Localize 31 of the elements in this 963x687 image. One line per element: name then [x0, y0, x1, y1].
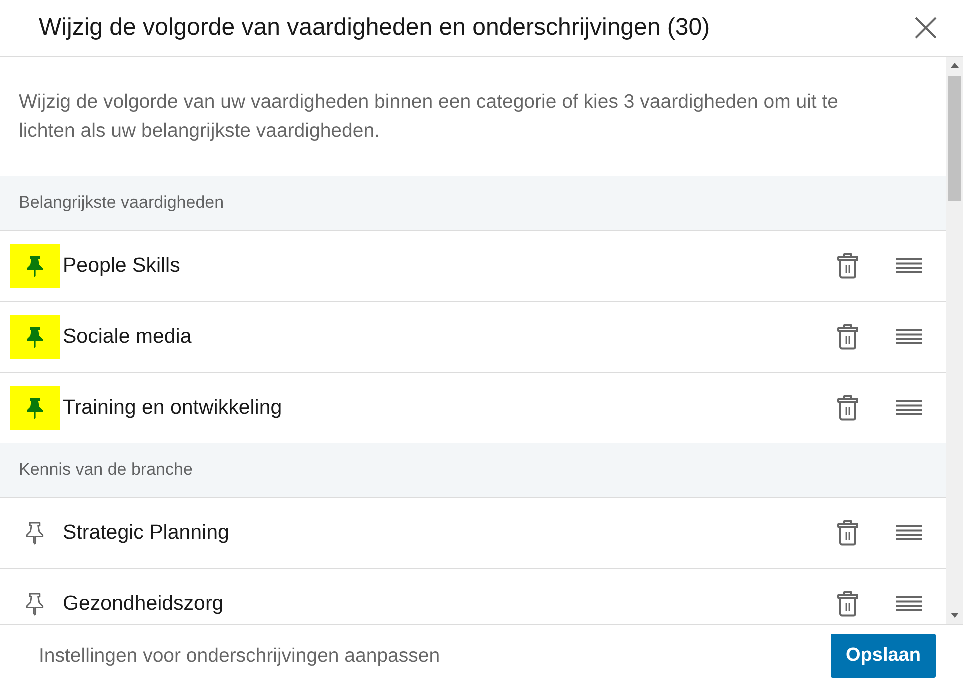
section-title: Belangrijkste vaardigheden: [19, 193, 224, 213]
section-title: Kennis van de branche: [19, 460, 193, 480]
skill-name: Strategic Planning: [63, 521, 230, 545]
drag-handle-icon[interactable]: [896, 258, 922, 274]
scrollbar-thumb[interactable]: [948, 76, 961, 201]
endorsement-settings-link[interactable]: Instellingen voor onderschrijvingen aanpassen: [39, 644, 832, 668]
skill-name: People Skills: [63, 254, 182, 278]
skill-name: Training en ontwikkeling: [63, 396, 284, 420]
trash-icon[interactable]: [837, 253, 859, 279]
skill-name: Gezondheidszorg: [63, 592, 225, 616]
trash-icon[interactable]: [837, 520, 859, 546]
drag-handle-icon[interactable]: [896, 525, 922, 541]
pushpin-icon[interactable]: [26, 592, 44, 616]
pushpin-icon[interactable]: [10, 386, 60, 430]
pushpin-icon[interactable]: [10, 244, 60, 288]
trash-icon[interactable]: [837, 324, 859, 350]
trash-icon[interactable]: [837, 591, 859, 617]
description-text: Wijzig de volgorde van uw vaardigheden binnen een categorie of kies 3 vaardigheden om uit te lichten als uw belangrijkste vaardigheden.: [18, 90, 840, 144]
skill-name: Sociale media: [63, 325, 193, 349]
drag-handle-icon[interactable]: [896, 329, 922, 345]
dialog-title: Wijzig de volgorde van vaardigheden en onderschrijvingen (30): [39, 14, 712, 42]
pushpin-icon[interactable]: [26, 522, 44, 544]
scrollbar[interactable]: [946, 57, 963, 624]
trash-icon[interactable]: [837, 395, 859, 421]
drag-handle-icon[interactable]: [896, 596, 922, 612]
scroll-down-icon[interactable]: [950, 613, 958, 618]
drag-handle-icon[interactable]: [896, 400, 922, 416]
save-button[interactable]: Opslaan: [831, 634, 936, 678]
pushpin-icon[interactable]: [10, 315, 60, 359]
close-icon[interactable]: [915, 17, 937, 39]
scroll-up-icon[interactable]: [950, 63, 958, 68]
